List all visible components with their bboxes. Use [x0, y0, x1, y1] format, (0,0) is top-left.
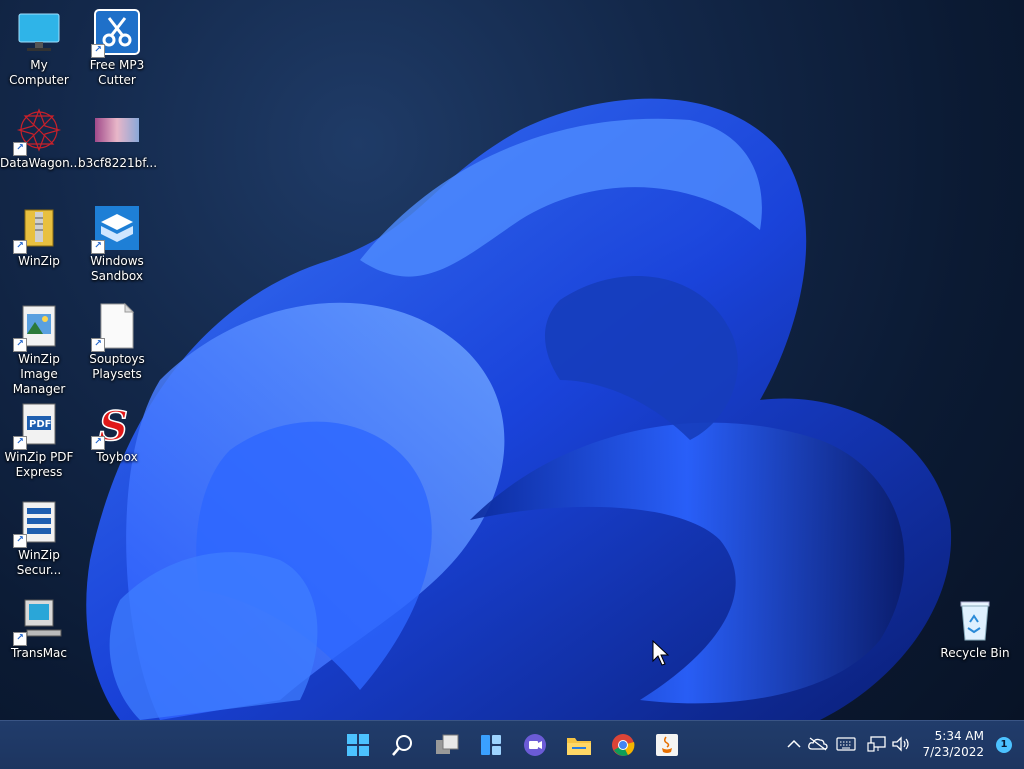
desktop-icon-toybox[interactable]: S ↗ Toybox — [78, 396, 156, 465]
search-button[interactable] — [385, 727, 421, 763]
desktop-icon-winzip-image-manager[interactable]: ↗ WinZip Image Manager — [0, 298, 78, 397]
star-web-icon: ↗ — [13, 106, 63, 156]
shortcut-arrow-icon: ↗ — [13, 534, 27, 548]
desktop-icon-free-mp3-cutter[interactable]: ↗ Free MP3 Cutter — [78, 4, 156, 88]
task-view-icon — [436, 734, 459, 754]
image-thumbnail-icon — [93, 106, 141, 154]
desktop-icon-souptoys-playsets[interactable]: ↗ Souptoys Playsets — [78, 298, 156, 382]
shortcut-arrow-icon: ↗ — [13, 142, 27, 156]
winzip-icon: ↗ — [13, 204, 63, 254]
transmac-icon: ↗ — [13, 596, 63, 646]
chrome-button[interactable] — [605, 727, 641, 763]
chat-icon — [524, 734, 546, 756]
windows-start-icon — [347, 734, 369, 756]
shortcut-arrow-icon: ↗ — [13, 240, 27, 254]
java-icon — [656, 734, 678, 756]
desktop-icon-winzip[interactable]: ↗ WinZip — [0, 200, 78, 269]
widgets-button[interactable] — [473, 727, 509, 763]
shortcut-arrow-icon: ↗ — [91, 44, 105, 58]
clock-time: 5:34 AM — [934, 729, 984, 743]
desktop-icon-recycle-bin[interactable]: Recycle Bin — [936, 592, 1014, 661]
clock-date[interactable]: 5:34 AM 7/23/2022 — [914, 728, 984, 760]
shortcut-arrow-icon: ↗ — [91, 240, 105, 254]
shortcut-arrow-icon: ↗ — [13, 436, 27, 450]
winzip-pdf-icon: PDF ↗ — [13, 400, 63, 450]
winzip-secure-icon: ↗ — [13, 498, 63, 548]
widgets-icon — [481, 735, 501, 755]
blank-file-icon: ↗ — [91, 302, 141, 352]
desktop-icon-winzip-secure[interactable]: ↗ WinZip Secur... — [0, 494, 78, 578]
toybox-s-icon: S ↗ — [91, 400, 141, 451]
recycle-bin-icon — [951, 596, 999, 644]
chevron-up-icon — [787, 739, 801, 748]
java-button[interactable] — [649, 727, 685, 763]
mouse-cursor-icon — [652, 640, 670, 666]
network-button[interactable] — [866, 733, 888, 755]
show-hidden-icons-button[interactable] — [783, 733, 805, 755]
network-icon — [867, 736, 886, 752]
file-explorer-button[interactable] — [561, 727, 597, 763]
notification-badge[interactable]: 1 — [996, 737, 1012, 753]
task-view-button[interactable] — [429, 727, 465, 763]
desktop-icon-windows-sandbox[interactable]: ↗ Windows Sandbox — [78, 200, 156, 284]
svg-text:PDF: PDF — [29, 419, 51, 430]
volume-button[interactable] — [890, 733, 912, 755]
desktop-icon-transmac[interactable]: ↗ TransMac — [0, 592, 78, 661]
shortcut-arrow-icon: ↗ — [91, 436, 105, 450]
start-button[interactable] — [340, 727, 376, 763]
folder-icon — [567, 738, 591, 755]
scissors-icon: ↗ — [91, 8, 141, 58]
clock-date-text: 7/23/2022 — [922, 745, 984, 759]
desktop-icon-datawagon[interactable]: ↗ DataWagon... — [0, 102, 81, 171]
winzip-image-icon: ↗ — [13, 302, 63, 352]
shortcut-arrow-icon: ↗ — [91, 338, 105, 352]
chrome-icon — [612, 734, 635, 756]
desktop: My Computer ↗ DataWagon... ↗ WinZip ↗ Wi… — [0, 0, 1024, 720]
touch-keyboard-button[interactable] — [835, 733, 857, 755]
onedrive-tray-button[interactable] — [807, 733, 829, 755]
taskbar: 5:34 AM 7/23/2022 1 — [0, 720, 1024, 769]
desktop-icon-winzip-pdf-express[interactable]: PDF ↗ WinZip PDF Express — [0, 396, 78, 480]
keyboard-icon — [836, 737, 856, 751]
monitor-icon — [15, 8, 63, 56]
chat-button[interactable] — [517, 727, 553, 763]
desktop-icon-image-file[interactable]: b3cf8221bf... — [78, 102, 157, 171]
cloud-offline-icon — [808, 737, 828, 751]
shortcut-arrow-icon: ↗ — [13, 338, 27, 352]
shortcut-arrow-icon: ↗ — [13, 632, 27, 646]
desktop-icon-my-computer[interactable]: My Computer — [0, 4, 78, 88]
search-icon — [392, 735, 412, 756]
volume-icon — [892, 736, 909, 752]
sandbox-icon: ↗ — [91, 204, 141, 254]
